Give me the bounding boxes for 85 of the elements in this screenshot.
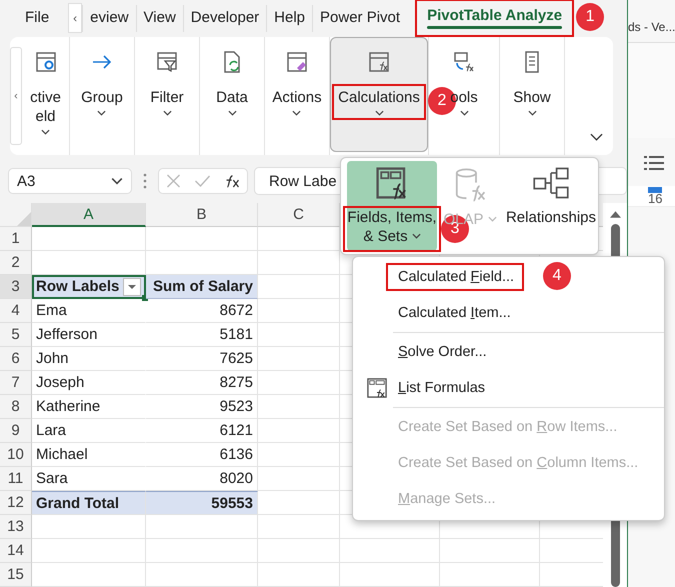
row-header[interactable]: 12 — [0, 491, 32, 515]
formula-table-icon — [367, 378, 387, 398]
table-cell: Lara — [32, 419, 146, 443]
ribbon-tab[interactable]: Developer — [182, 4, 266, 32]
row-header[interactable]: 7 — [0, 371, 32, 395]
table-cell: John — [32, 347, 146, 371]
collapse-ribbon-icon[interactable] — [590, 133, 603, 141]
table-cell: Grand Total — [32, 491, 146, 515]
window-title: ds - Ve... — [628, 20, 675, 34]
row-header[interactable]: 2 — [0, 251, 32, 275]
ruler: 16 — [628, 186, 675, 207]
table-cell: Row Labels — [32, 275, 146, 299]
ribbon-tab[interactable]: eview — [82, 4, 136, 32]
row-header[interactable]: 11 — [0, 467, 32, 491]
table-cell: 6121 — [146, 419, 258, 443]
table-cell: Ema — [32, 299, 146, 323]
name-box[interactable]: A3 — [8, 168, 132, 194]
ribbon-tab[interactable]: File — [18, 4, 56, 32]
table-cell: Katherine — [32, 395, 146, 419]
table-cell: Michael — [32, 443, 146, 467]
menu-item[interactable]: List Formulas — [353, 370, 664, 406]
ribbon-button[interactable]: Data — [200, 42, 264, 149]
table-cell: 59553 — [146, 491, 258, 515]
caret-icon — [374, 110, 384, 116]
row-header[interactable]: 10 — [0, 443, 32, 467]
row-header[interactable]: 6 — [0, 347, 32, 371]
caret-icon — [41, 128, 50, 135]
ribbon-button[interactable]: Group — [70, 42, 134, 149]
ribbon-tab[interactable]: View — [136, 4, 183, 32]
table-cell: Sum of Salary — [146, 275, 258, 299]
ribbon-button[interactable]: Calculations — [330, 36, 428, 152]
caret-icon — [292, 110, 302, 116]
field-settings-icon — [34, 50, 58, 74]
function-icon[interactable] — [224, 173, 241, 189]
filter-icon — [155, 50, 179, 74]
row-header[interactable]: 14 — [0, 539, 32, 563]
ribbon-button[interactable]: Show — [500, 42, 564, 149]
table-cell: 8672 — [146, 299, 258, 323]
table-cell: 5181 — [146, 323, 258, 347]
ribbon-button[interactable]: ctive eld — [22, 42, 69, 149]
menu-button[interactable]: Relationships — [503, 161, 599, 251]
caret-icon — [97, 110, 106, 116]
row-header[interactable]: 1 — [0, 227, 32, 251]
caret-icon — [460, 110, 468, 116]
table-cell: Joseph — [32, 371, 146, 395]
menu-item[interactable]: Solve Order... — [353, 334, 664, 370]
table-cell: Jefferson — [32, 323, 146, 347]
relationships-icon — [532, 165, 570, 201]
row-header[interactable]: 3 — [0, 275, 32, 299]
column-header[interactable]: A — [32, 203, 146, 227]
row-header[interactable]: 5 — [0, 323, 32, 347]
filter-dropdown-icon[interactable] — [123, 278, 141, 296]
caret-icon — [528, 110, 536, 116]
scroll-left-button[interactable]: ‹ — [68, 3, 82, 34]
table-cell: 6136 — [146, 443, 258, 467]
scroll-left-button[interactable]: ‹ — [10, 46, 22, 145]
caret-icon — [228, 110, 236, 116]
table-cell: 8275 — [146, 371, 258, 395]
caret-icon — [412, 233, 421, 239]
column-header[interactable]: B — [146, 203, 258, 227]
table-cell: 9523 — [146, 395, 258, 419]
row-header[interactable]: 4 — [0, 299, 32, 323]
ribbon-tab[interactable]: Help — [266, 4, 312, 32]
step-badge: 1 — [576, 3, 604, 32]
table-cell: 7625 — [146, 347, 258, 371]
drag-handle-icon[interactable] — [143, 172, 147, 190]
ribbon-button[interactable]: Filter — [135, 42, 199, 149]
row-header[interactable]: 15 — [0, 563, 32, 587]
caret-icon — [162, 110, 172, 116]
dropdown-icon — [111, 177, 123, 185]
scroll-up-icon[interactable] — [610, 211, 620, 218]
row-header[interactable]: 9 — [0, 419, 32, 443]
ribbon-button[interactable]: Actions — [265, 42, 329, 149]
row-header[interactable]: 8 — [0, 395, 32, 419]
column-header[interactable]: C — [258, 203, 340, 227]
step-badge: 4 — [543, 262, 571, 290]
ribbon-tab[interactable]: Power Pivot — [312, 4, 408, 32]
formula-tools-icon — [452, 50, 476, 74]
formula-table-icon — [367, 50, 391, 74]
bullet-list-icon[interactable] — [644, 156, 664, 170]
caret-icon — [488, 216, 497, 222]
check-icon[interactable] — [194, 173, 212, 189]
eraser-icon — [285, 50, 309, 74]
row-header[interactable]: 13 — [0, 515, 32, 539]
menu-item[interactable]: Calculated Item... — [353, 295, 664, 331]
